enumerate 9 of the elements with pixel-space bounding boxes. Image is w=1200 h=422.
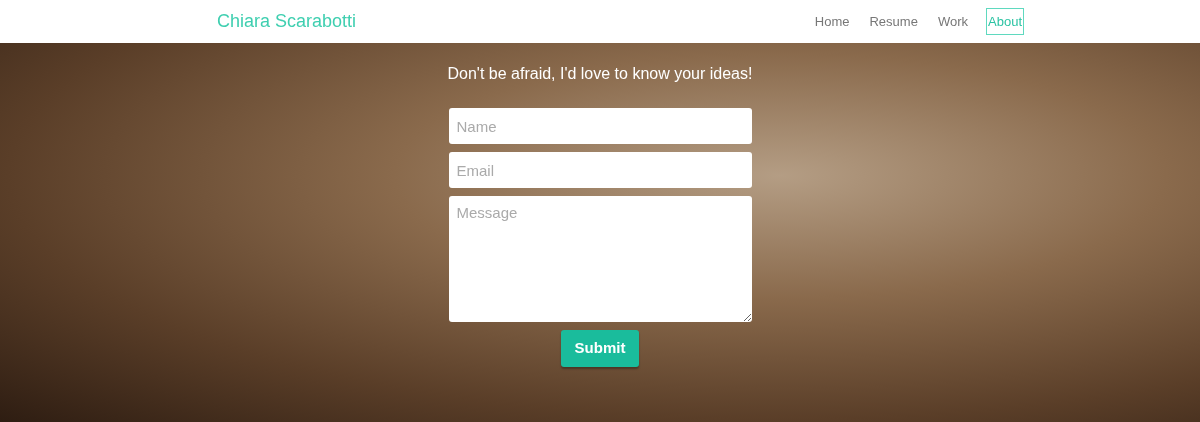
nav-link[interactable]: Home [812, 7, 852, 36]
submit-button[interactable]: Submit [561, 330, 639, 367]
nav-link[interactable]: Resume [867, 7, 920, 36]
text-input-field[interactable]: Name [448, 108, 752, 144]
message-textarea-field[interactable]: Message [448, 196, 752, 322]
contact-heading: Don't be afraid, I'd love to know your ideas! [447, 64, 753, 84]
nav-link[interactable]: Work [935, 7, 970, 36]
nav-link[interactable]: About [986, 7, 1024, 36]
text-input-field[interactable]: Email [448, 152, 752, 188]
